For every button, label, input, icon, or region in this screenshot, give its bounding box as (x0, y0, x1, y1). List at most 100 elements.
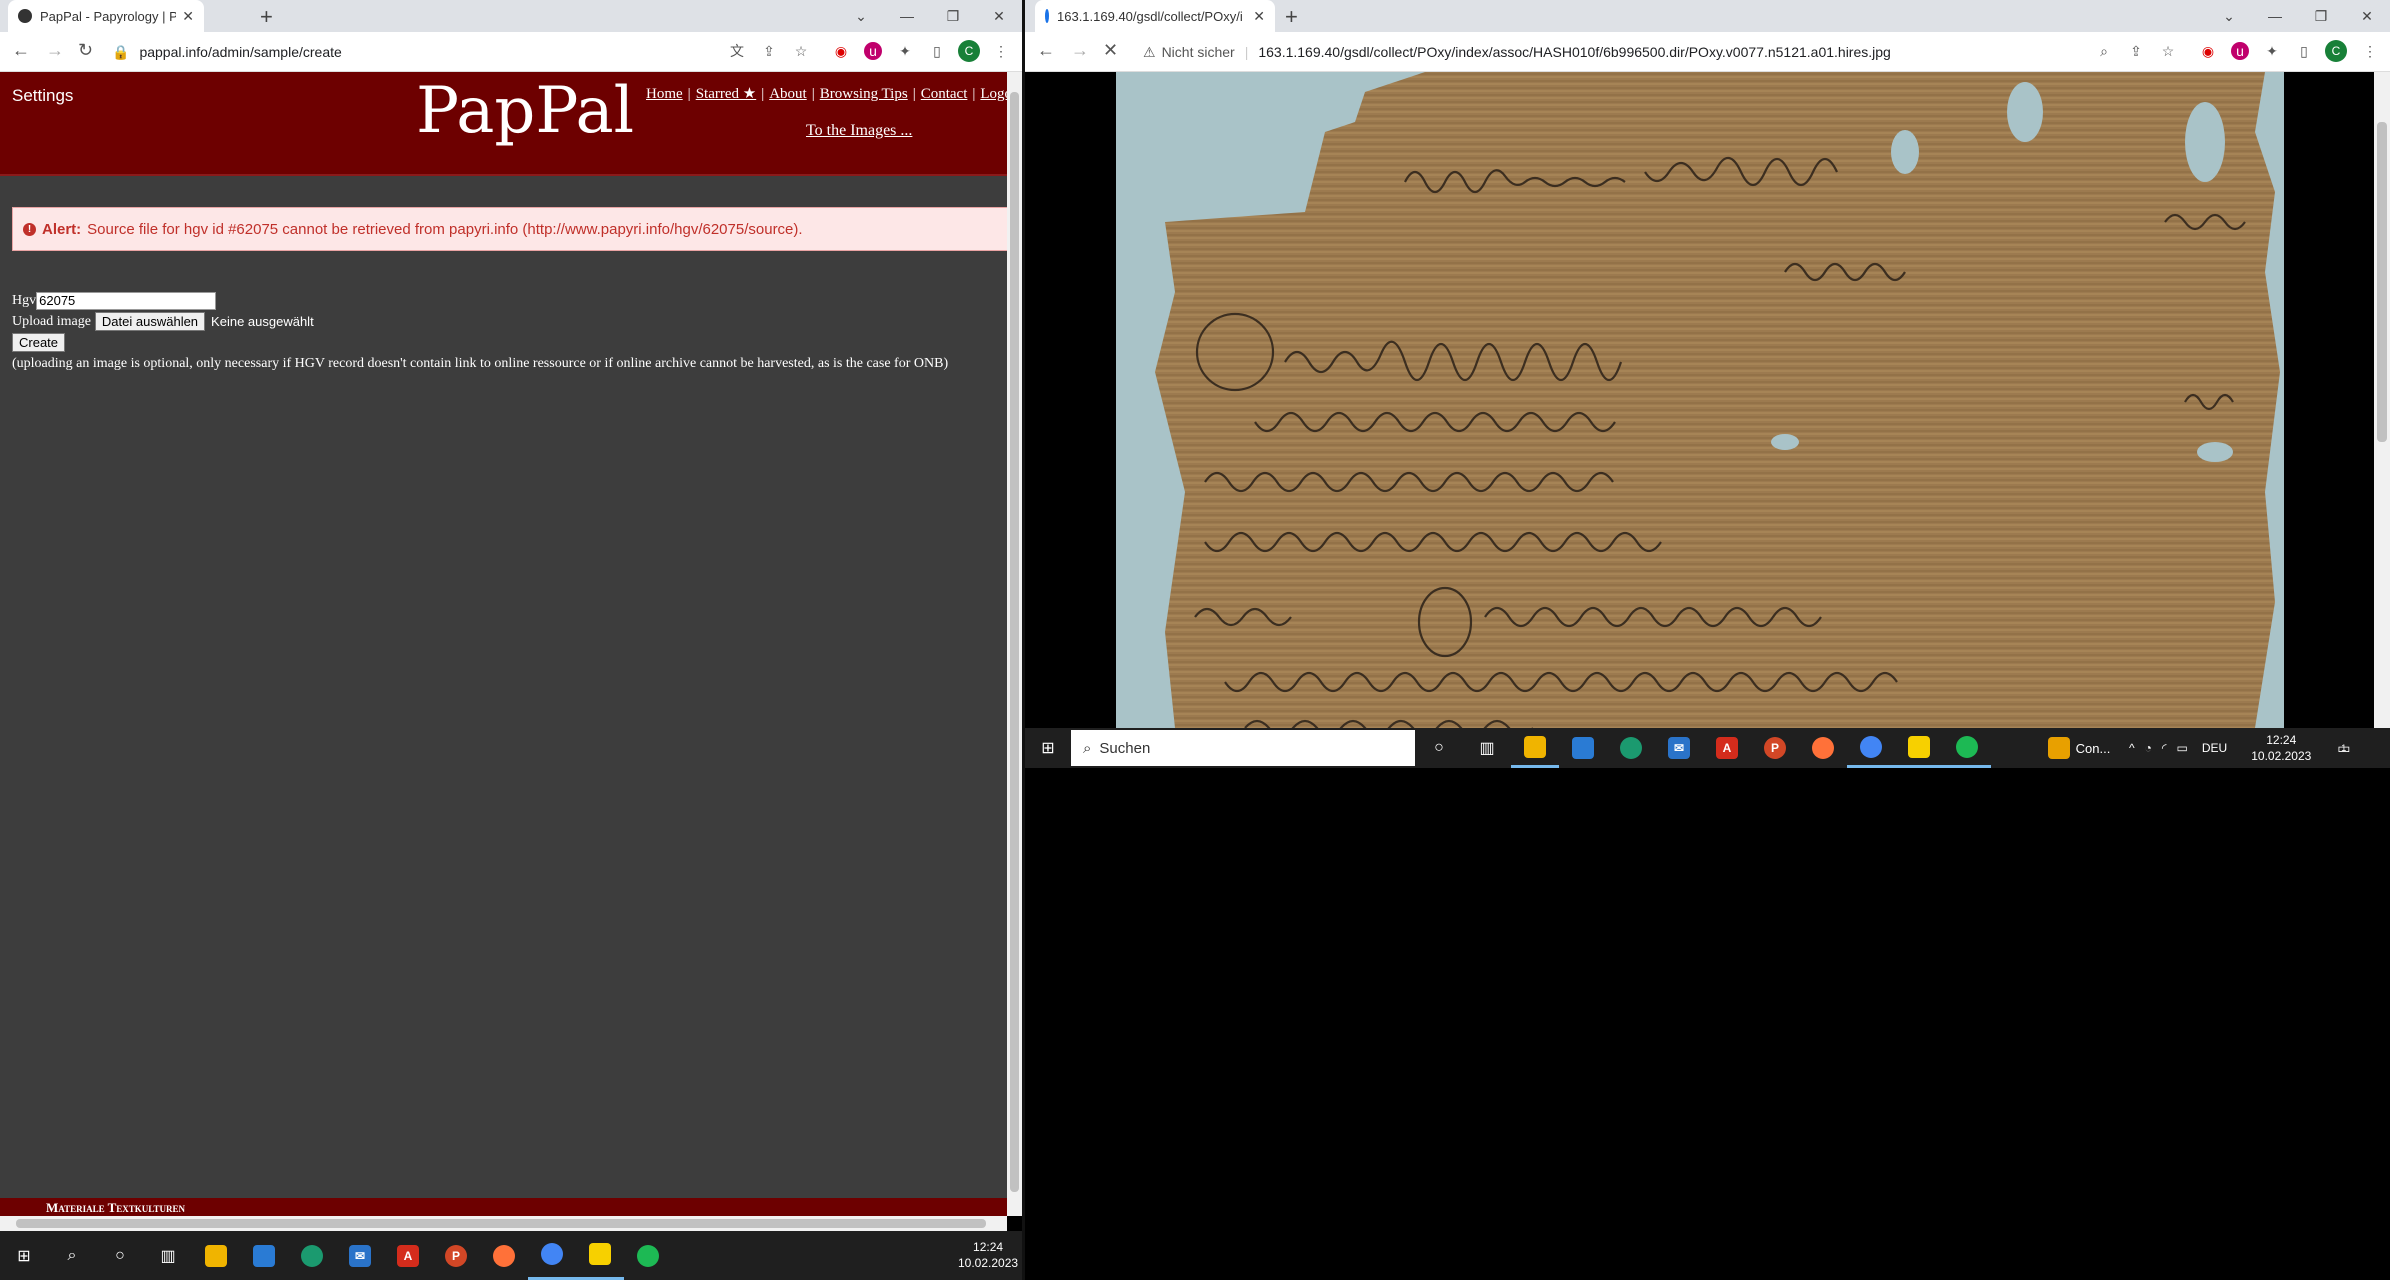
chrome-icon[interactable] (1847, 728, 1895, 768)
forward-icon[interactable]: → (1071, 40, 1089, 61)
nav-browsing-tips[interactable]: Browsing Tips (820, 86, 908, 102)
cortana-icon[interactable]: ○ (96, 1231, 144, 1280)
close-window-icon[interactable]: ✕ (976, 8, 1022, 25)
translate-icon[interactable]: 文 (728, 42, 746, 60)
create-sample-form: Hgv Upload image Datei auswählen Keine a… (12, 290, 948, 374)
choose-file-button[interactable]: Datei auswählen (94, 312, 206, 331)
powerpoint-icon[interactable]: P (1751, 728, 1799, 768)
nav-home[interactable]: Home (646, 86, 683, 102)
extensions-icon[interactable]: ✦ (2263, 42, 2281, 60)
profile-avatar[interactable]: C (958, 40, 980, 62)
minimize-icon[interactable]: — (2252, 8, 2298, 24)
nav-about[interactable]: About (769, 86, 807, 102)
chrome-icon[interactable] (528, 1231, 576, 1280)
file-explorer-icon[interactable] (1511, 728, 1559, 768)
side-panel-icon[interactable]: ▯ (2295, 42, 2313, 60)
profile-avatar[interactable]: C (2325, 40, 2347, 62)
side-panel-icon[interactable]: ▯ (928, 42, 946, 60)
zoom-icon[interactable]: ⌕ (2095, 42, 2113, 60)
mail-icon[interactable]: ✉ (336, 1231, 384, 1280)
extensions-icon[interactable]: ✦ (896, 42, 914, 60)
forward-icon[interactable]: → (46, 40, 64, 61)
firefox-icon[interactable] (480, 1231, 528, 1280)
left-address-bar[interactable]: 🔒 pappal.info/admin/sample/create (112, 37, 752, 67)
stop-loading-icon[interactable]: ✕ (1103, 40, 1118, 61)
alert-icon: ! (23, 222, 36, 236)
acrobat-icon[interactable]: A (1703, 728, 1751, 768)
windows-start-icon[interactable]: ⊞ (1025, 728, 1071, 768)
store-icon[interactable] (240, 1231, 288, 1280)
search-icon: ⌕ (1083, 739, 1092, 757)
new-tab-icon[interactable]: + (1285, 4, 1298, 30)
acrobat-icon[interactable]: A (384, 1231, 432, 1280)
wifi-icon[interactable]: ◜ (2162, 741, 2167, 755)
share-icon[interactable]: ⇪ (760, 42, 778, 60)
bookmark-star-icon[interactable]: ☆ (2159, 42, 2177, 60)
ext-pink-icon[interactable]: u (864, 42, 882, 60)
ext-red-icon[interactable]: ◉ (832, 42, 850, 60)
nav-logout[interactable]: Logou (980, 86, 1007, 102)
main-clock[interactable]: 12:24 10.02.2023 (2251, 732, 2311, 764)
tray-chevron-icon[interactable]: ^ (2129, 741, 2135, 755)
sticky-notes-icon[interactable] (576, 1231, 624, 1280)
hgv-input[interactable] (36, 291, 217, 310)
menu-icon[interactable]: ⋮ (992, 42, 1010, 60)
tab-papyrus-image[interactable]: 163.1.169.40/gsdl/collect/POxy/i ✕ (1035, 0, 1275, 32)
settings-link[interactable]: Settings (12, 86, 73, 106)
close-tab-icon[interactable]: ✕ (1253, 8, 1265, 25)
reload-icon[interactable]: ↻ (78, 40, 93, 61)
tab-pappal[interactable]: PapPal - Papyrology | Paleograph ✕ (8, 0, 204, 32)
left-horizontal-scrollbar[interactable] (0, 1216, 1007, 1231)
right-address-bar[interactable]: ⚠ Nicht sicher | 163.1.169.40/gsdl/colle… (1143, 37, 2093, 67)
task-view-icon[interactable]: ▥ (144, 1231, 192, 1280)
share-icon[interactable]: ⇪ (2127, 42, 2145, 60)
file-explorer-icon[interactable] (192, 1231, 240, 1280)
network-icon[interactable]: ◔ (2145, 741, 2152, 755)
restore-icon[interactable]: ❐ (2298, 8, 2344, 25)
powerpoint-icon[interactable]: P (432, 1231, 480, 1280)
brand-logo[interactable]: PapPal (416, 74, 634, 148)
store-icon[interactable] (1559, 728, 1607, 768)
battery-icon[interactable]: ▭ (2177, 741, 2188, 755)
spotify-icon[interactable] (624, 1231, 672, 1280)
edge-icon[interactable] (1607, 728, 1655, 768)
windows-start-icon[interactable]: ⊞ (0, 1231, 48, 1280)
minimize-icon[interactable]: — (884, 8, 930, 24)
create-button[interactable]: Create (12, 333, 66, 352)
tab-search-icon[interactable]: ⌄ (838, 8, 884, 25)
firefox-icon[interactable] (1799, 728, 1847, 768)
notification-icon[interactable]: ▭ 1 (2337, 740, 2350, 757)
right-toolbar: ← → ✕ ⚠ Nicht sicher | 163.1.169.40/gsdl… (1025, 32, 2390, 72)
close-tab-icon[interactable]: ✕ (182, 8, 194, 25)
edge-icon[interactable] (288, 1231, 336, 1280)
back-icon[interactable]: ← (1037, 40, 1055, 61)
left-clock[interactable]: 12:24 10.02.2023 (958, 1239, 1018, 1271)
right-vertical-scrollbar[interactable] (2374, 72, 2390, 728)
to-images-link[interactable]: To the Images ... (806, 122, 912, 140)
sticky-notes-icon[interactable] (1895, 728, 1943, 768)
upload-image-label: Upload image (12, 313, 91, 329)
search-icon[interactable]: ⌕ (48, 1231, 96, 1280)
taskbar-search-box[interactable]: ⌕ Suchen (1071, 730, 1415, 766)
tray-app-button[interactable]: Con... (2039, 728, 2119, 768)
ext-pink-icon[interactable]: u (2231, 42, 2249, 60)
tab-search-icon[interactable]: ⌄ (2206, 8, 2252, 25)
mail-icon[interactable]: ✉ (1655, 728, 1703, 768)
language-indicator[interactable]: DEU (2202, 741, 2227, 755)
bookmark-star-icon[interactable]: ☆ (792, 42, 810, 60)
warning-icon: ⚠ (1143, 43, 1156, 60)
close-window-icon[interactable]: ✕ (2344, 8, 2390, 25)
back-icon[interactable]: ← (12, 40, 30, 61)
nav-starred[interactable]: Starred ★ (696, 86, 757, 102)
nav-contact[interactable]: Contact (921, 86, 968, 102)
new-tab-icon[interactable]: + (260, 4, 273, 30)
cortana-icon[interactable]: ○ (1415, 728, 1463, 768)
menu-icon[interactable]: ⋮ (2361, 42, 2379, 60)
restore-icon[interactable]: ❐ (930, 8, 976, 25)
ext-red-icon[interactable]: ◉ (2199, 42, 2217, 60)
papyrus-image[interactable] (1025, 72, 2374, 728)
left-vertical-scrollbar[interactable] (1007, 72, 1022, 1216)
spotify-icon[interactable] (1943, 728, 1991, 768)
task-view-icon[interactable]: ▥ (1463, 728, 1511, 768)
upload-note: (uploading an image is optional, only ne… (12, 355, 949, 371)
